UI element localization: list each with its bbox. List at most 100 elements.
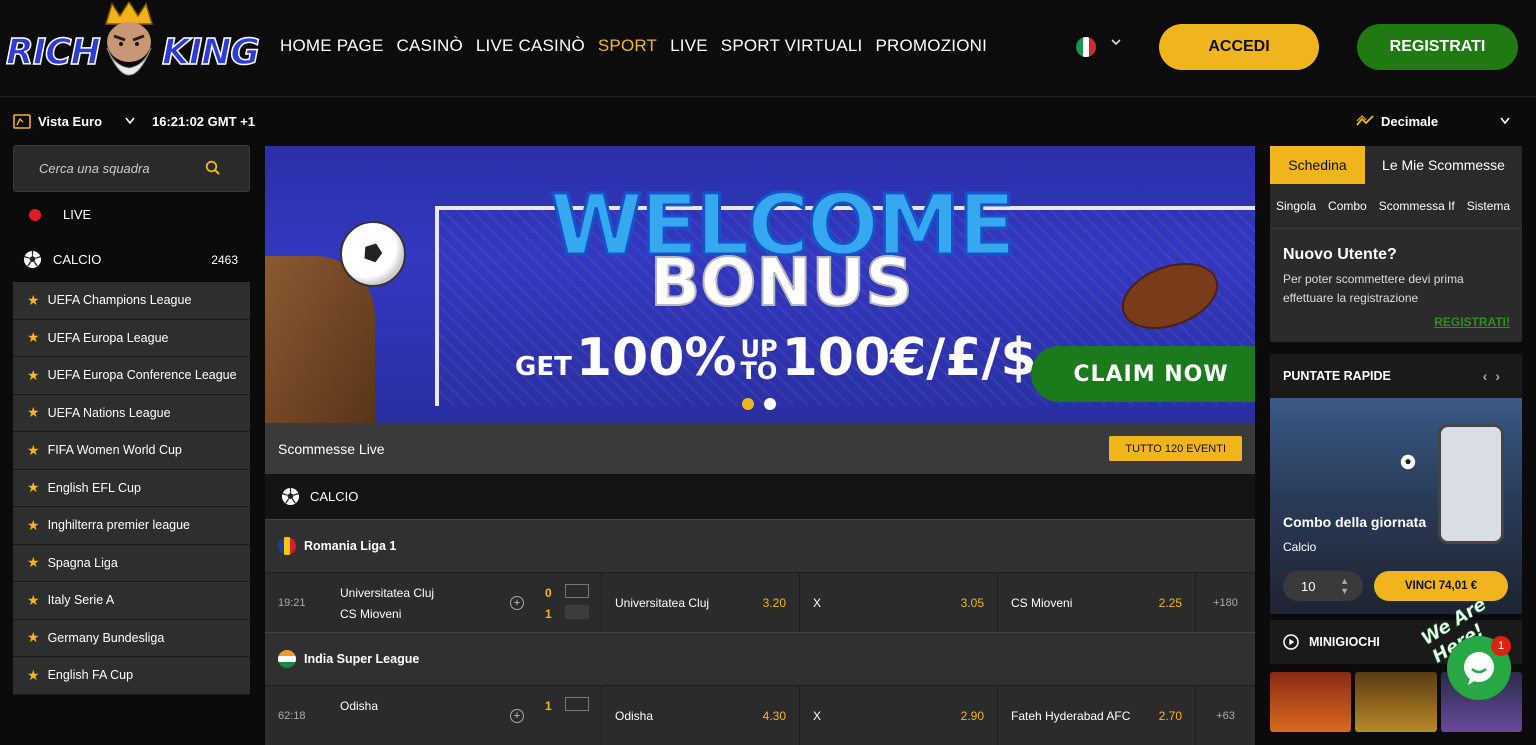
star-icon[interactable]: ★ (27, 442, 40, 459)
match-info[interactable]: 62:18 Odisha + 1 (265, 686, 602, 745)
bet-type-tabs: Singola Combo Scommessa If Sistema (1270, 184, 1522, 228)
sidebar-league-item[interactable]: ★ English FA Cup (13, 657, 250, 695)
sidebar-league-item[interactable]: ★ UEFA Europa Conference League (13, 357, 250, 395)
sidebar-item-label: CALCIO (53, 252, 102, 267)
promo-banner[interactable]: WELCOME BONUS GET 100% UP TO 100€/£/$ CLA… (265, 146, 1255, 423)
logo[interactable]: RICH KING (5, 2, 261, 94)
odd-draw[interactable]: X 2.90 (800, 686, 998, 745)
nav-home[interactable]: HOME PAGE (280, 36, 384, 56)
odd-value: 3.05 (960, 595, 984, 610)
odd-home[interactable]: Universitatea Cluj 3.20 (602, 573, 800, 632)
sidebar-item-football[interactable]: CALCIO 2463 (13, 237, 250, 282)
italy-flag-icon[interactable] (1076, 37, 1096, 57)
sidebar-league-item[interactable]: ★ Inghilterra premier league (13, 507, 250, 545)
register-button[interactable]: REGISTRATI (1357, 24, 1518, 70)
league-label: Germany Bundesliga (47, 630, 165, 645)
pitch-icon[interactable] (565, 584, 589, 598)
star-icon[interactable]: ★ (27, 404, 40, 421)
sidebar-league-item[interactable]: ★ Italy Serie A (13, 582, 250, 620)
sidebar-league-item[interactable]: ★ Germany Bundesliga (13, 619, 250, 657)
odds-format-icon (1356, 115, 1374, 126)
sidebar-league-item[interactable]: ★ English EFL Cup (13, 469, 250, 507)
home-team: Odisha (340, 699, 379, 713)
soccer-ball-graphic (1400, 454, 1416, 470)
star-icon[interactable]: ★ (27, 479, 40, 496)
logo-text-left: RICH (5, 31, 101, 74)
main-nav: HOME PAGE CASINÒ LIVE CASINÒ SPORT LIVE … (280, 36, 987, 56)
sidebar-league-item[interactable]: ★ UEFA Nations League (13, 394, 250, 432)
tab-single[interactable]: Singola (1270, 199, 1322, 213)
sidebar-league-item[interactable]: ★ UEFA Europa League (13, 319, 250, 357)
match-row: 62:18 Odisha + 1 Odisha 4.30 X 2.90 Fateh … (265, 685, 1255, 745)
chat-badge: 1 (1491, 636, 1511, 656)
match-info[interactable]: 19:21 Universitatea Cluj CS Mioveni + 0 … (265, 573, 602, 632)
search-icon[interactable] (205, 160, 221, 176)
nav-promotions[interactable]: PROMOZIONI (875, 36, 987, 56)
nav-virtual-sports[interactable]: SPORT VIRTUALI (721, 36, 863, 56)
odd-label: X (813, 595, 822, 610)
carousel-arrows[interactable]: ‹› (1483, 368, 1508, 384)
odd-value: 2.25 (1158, 595, 1182, 610)
register-link[interactable]: REGISTRATI! (1434, 315, 1510, 329)
login-button[interactable]: ACCEDI (1159, 24, 1319, 70)
odds-format-select[interactable]: Decimale (1381, 114, 1438, 129)
view-select[interactable]: Vista Euro (38, 114, 102, 129)
add-icon[interactable]: + (510, 709, 524, 723)
more-markets[interactable]: +180 (1196, 573, 1255, 632)
sport-header[interactable]: CALCIO (265, 474, 1255, 519)
tab-if-bet[interactable]: Scommessa If (1373, 199, 1461, 213)
phone-graphic (1438, 424, 1504, 544)
pitch-icon[interactable] (565, 697, 589, 711)
odd-home[interactable]: Odisha 4.30 (602, 686, 800, 745)
stake-stepper[interactable]: 10 ▲ ▼ (1283, 571, 1363, 601)
odd-draw[interactable]: X 3.05 (800, 573, 998, 632)
stats-icon[interactable] (565, 605, 589, 619)
chevron-right-icon[interactable]: › (1495, 368, 1508, 384)
sidebar-league-item[interactable]: ★ UEFA Champions League (13, 282, 250, 320)
tab-betslip[interactable]: Schedina (1270, 146, 1365, 184)
carousel-dot[interactable] (742, 398, 754, 410)
section-title: Scommesse Live (278, 440, 385, 457)
sidebar-item-live[interactable]: LIVE (13, 192, 250, 237)
star-icon[interactable]: ★ (27, 517, 40, 534)
nav-live-casino[interactable]: LIVE CASINÒ (476, 36, 585, 56)
competition-header[interactable]: India Super League (265, 632, 1255, 685)
all-events-button[interactable]: TUTTO 120 EVENTI (1109, 436, 1242, 461)
star-icon[interactable]: ★ (27, 667, 40, 684)
competition-header[interactable]: Romania Liga 1 (265, 519, 1255, 572)
star-icon[interactable]: ★ (27, 554, 40, 571)
nav-sport[interactable]: SPORT (598, 36, 657, 56)
more-markets[interactable]: +63 (1196, 686, 1255, 745)
stepper-icon[interactable]: ▲ ▼ (1340, 576, 1349, 596)
star-icon[interactable]: ★ (27, 367, 40, 384)
search-input[interactable] (39, 161, 199, 176)
nav-live[interactable]: LIVE (670, 36, 708, 56)
chevron-left-icon[interactable]: ‹ (1483, 368, 1496, 384)
nav-casino[interactable]: CASINÒ (397, 36, 463, 56)
star-icon[interactable]: ★ (27, 629, 40, 646)
add-icon[interactable]: + (510, 596, 524, 610)
chat-bubble-icon (1464, 652, 1494, 685)
sidebar-league-item[interactable]: ★ FIFA Women World Cup (13, 432, 250, 470)
odd-away[interactable]: CS Mioveni 2.25 (998, 573, 1196, 632)
chevron-down-icon[interactable] (1499, 116, 1511, 126)
star-icon[interactable]: ★ (27, 329, 40, 346)
quick-bet-card: Combo della giornata Calcio 10 ▲ ▼ VINCI … (1270, 398, 1522, 614)
tab-my-bets[interactable]: Le Mie Scommesse (1365, 146, 1522, 184)
chevron-down-icon[interactable] (1110, 36, 1122, 48)
play-icon (1283, 634, 1299, 650)
odd-value: 2.90 (960, 708, 984, 723)
carousel-dots (742, 398, 776, 410)
minigame-thumbnail[interactable] (1270, 672, 1352, 732)
sidebar-league-item[interactable]: ★ Spagna Liga (13, 544, 250, 582)
chevron-down-icon[interactable] (124, 116, 136, 126)
league-label: Spagna Liga (47, 555, 118, 570)
tab-system[interactable]: Sistema (1461, 199, 1516, 213)
star-icon[interactable]: ★ (27, 592, 40, 609)
star-icon[interactable]: ★ (27, 292, 40, 309)
tab-combo[interactable]: Combo (1322, 199, 1373, 213)
minigame-thumbnail[interactable] (1355, 672, 1437, 732)
carousel-dot[interactable] (764, 398, 776, 410)
odd-away[interactable]: Fateh Hyderabad AFC 2.70 (998, 686, 1196, 745)
claim-now-button[interactable]: CLAIM NOW (1031, 346, 1255, 402)
